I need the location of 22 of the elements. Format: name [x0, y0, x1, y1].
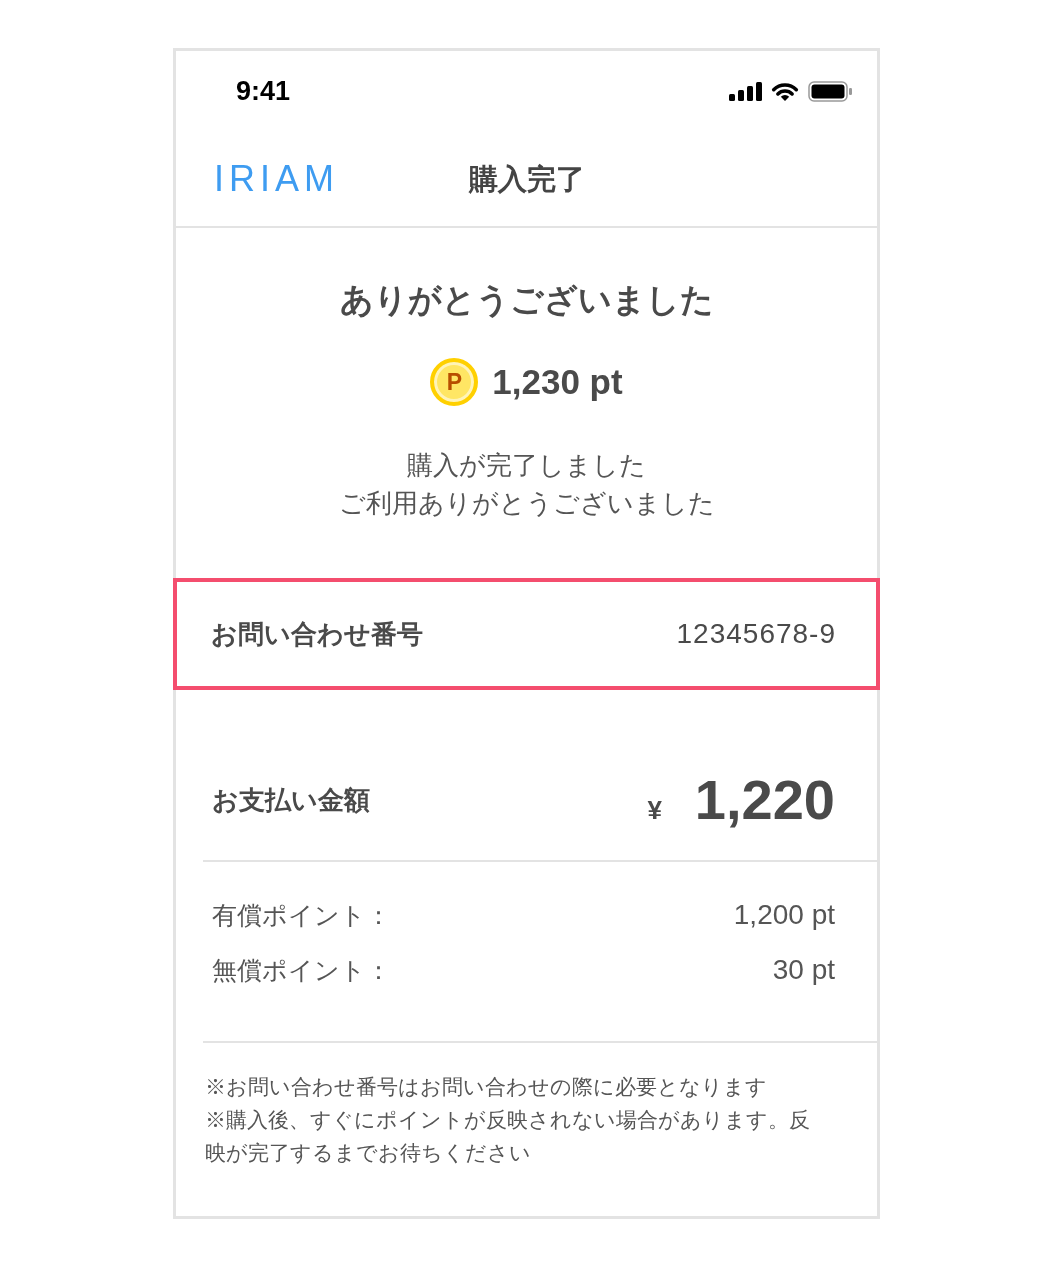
page-title: 購入完了 — [468, 161, 585, 197]
points-amount: 1,230 pt — [492, 361, 623, 403]
breakdown-value: 30 pt — [772, 954, 835, 986]
breakdown-value: 1,200 pt — [733, 899, 835, 931]
message-line: 購入が完了しました — [407, 449, 646, 482]
breakdown-label: 有償ポイント： — [212, 899, 391, 931]
inquiry-label: お問い合わせ番号 — [211, 617, 423, 651]
status-time: 9:41 — [236, 75, 291, 107]
battery-icon — [808, 80, 852, 102]
note-text: ※購入後、すぐにポイントが反映されない場合があります。反映が完了するまでお待ちください — [205, 1107, 811, 1166]
payment-label: お支払い金額 — [212, 783, 370, 817]
app-logo: IRIAM — [214, 158, 339, 199]
message-line: ご利用ありがとうございました — [338, 487, 715, 520]
inquiry-number: 12345678-9 — [676, 618, 836, 650]
wifi-icon — [770, 80, 800, 102]
coin-icon: P — [430, 358, 479, 406]
note-text: ※お問い合わせ番号はお問い合わせの際に必要となります — [205, 1074, 768, 1100]
currency-symbol: ¥ — [647, 795, 662, 826]
signal-icon — [729, 81, 762, 101]
breakdown-label: 無償ポイント： — [212, 954, 391, 986]
thanks-heading: ありがとうございました — [339, 280, 714, 320]
payment-amount: 1,220 — [694, 770, 835, 830]
